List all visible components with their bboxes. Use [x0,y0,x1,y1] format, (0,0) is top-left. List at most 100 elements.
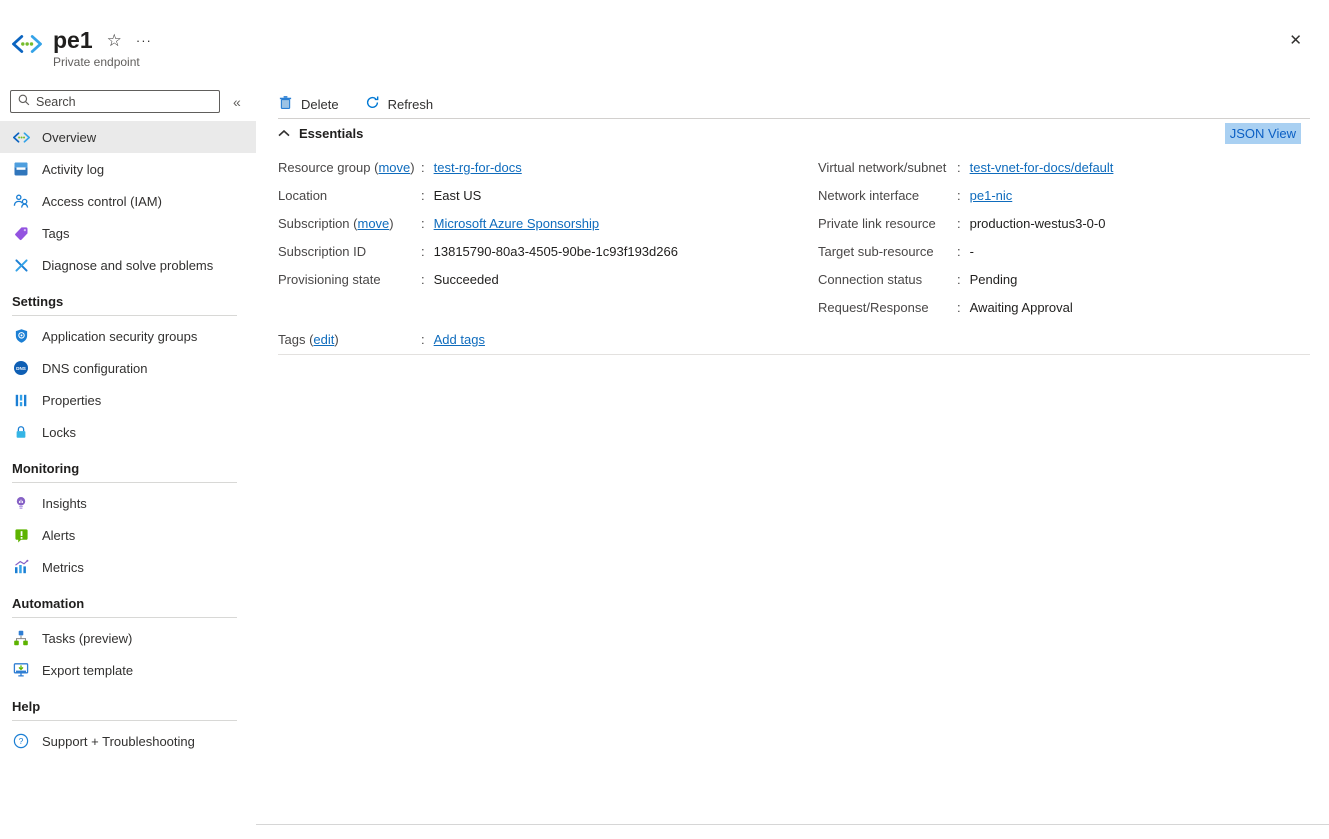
close-icon[interactable]: ✕ [1289,33,1302,48]
sidebar-item-label: Overview [42,130,96,145]
colon: : [421,244,425,259]
subscription-id-row: Subscription ID : 13815790-80a3-4505-90b… [278,237,818,265]
sidebar-item-label: DNS configuration [42,361,148,376]
activity-log-icon [12,161,30,178]
field-label-text: Private link resource [818,216,936,231]
field-label-suffix: ) [334,332,338,347]
json-view-button[interactable]: JSON View [1225,123,1301,144]
diagnose-icon [12,257,30,274]
field-label: Provisioning state [278,272,421,287]
sidebar-item-tasks-preview[interactable]: Tasks (preview) [0,622,256,654]
lock-icon [12,424,30,441]
sidebar-item-locks[interactable]: Locks [0,416,256,448]
trash-icon [278,95,293,113]
field-label-suffix: ) [389,216,393,231]
virtual-network-row: Virtual network/subnet : test-vnet-for-d… [818,153,1310,181]
sidebar-section-help: Help [0,686,256,720]
properties-icon [12,392,30,409]
field-label: Private link resource [818,216,957,231]
sidebar-item-alerts[interactable]: Alerts [0,519,256,551]
colon: : [957,188,961,203]
sidebar-search-row: « [0,90,256,113]
main-content: Delete Refresh Essentials JSON Vie [256,86,1329,839]
section-divider [12,617,237,618]
sidebar-item-tags[interactable]: Tags [0,217,256,249]
field-value: East US [434,188,482,203]
colon: : [421,216,425,231]
field-label: Resource group (move) [278,160,421,175]
sidebar-item-access-control[interactable]: Access control (IAM) [0,185,256,217]
resource-group-link[interactable]: test-rg-for-docs [434,160,522,175]
sidebar-item-overview[interactable]: Overview [0,121,256,153]
field-value: test-vnet-for-docs/default [970,160,1114,175]
blade-header: pe1 ☆ ··· Private endpoint ✕ [0,0,1329,86]
sidebar-item-properties[interactable]: Properties [0,384,256,416]
field-label-text: Request/Response [818,300,929,315]
sidebar-item-label: Access control (IAM) [42,194,162,209]
field-label-suffix: ) [410,160,414,175]
sidebar-item-label: Alerts [42,528,75,543]
field-label: Location [278,188,421,203]
field-label: Connection status [818,272,957,287]
private-endpoint-icon [12,129,30,146]
sidebar-item-label: Tasks (preview) [42,631,132,646]
sidebar-item-metrics[interactable]: Metrics [0,551,256,583]
dns-icon: DNS [12,360,30,377]
sidebar-item-insights[interactable]: Insights [0,487,256,519]
network-interface-link[interactable]: pe1-nic [970,188,1013,203]
edit-tags-link[interactable]: edit [313,332,334,347]
search-input[interactable] [36,95,213,109]
sidebar-item-label: Export template [42,663,133,678]
sidebar-item-label: Activity log [42,162,104,177]
essentials-header[interactable]: Essentials JSON View [278,119,1310,147]
section-divider [12,315,237,316]
title-block: pe1 ☆ ··· Private endpoint [53,28,152,69]
move-link[interactable]: move [378,160,410,175]
essentials-grid: Resource group (move) : test-rg-for-docs… [278,153,1310,321]
sidebar-item-dns-configuration[interactable]: DNS DNS configuration [0,352,256,384]
more-options-icon[interactable]: ··· [136,33,152,48]
blade-body: « Overview [0,86,1329,839]
sidebar-section-monitoring: Monitoring [0,448,256,482]
virtual-network-link[interactable]: test-vnet-for-docs/default [970,160,1114,175]
sidebar-section-automation: Automation [0,583,256,617]
connection-status-row: Connection status : Pending [818,265,1310,293]
refresh-button-label: Refresh [388,97,434,112]
move-link[interactable]: move [357,216,389,231]
sidebar-item-label: Support + Troubleshooting [42,734,195,749]
colon: : [957,216,961,231]
essentials-title: Essentials [299,126,363,141]
sidebar-section-settings: Settings [0,281,256,315]
add-tags-link[interactable]: Add tags [434,332,485,347]
sidebar-item-label: Diagnose and solve problems [42,258,213,273]
sidebar-item-export-template[interactable]: Export template [0,654,256,686]
field-value: test-rg-for-docs [434,160,522,175]
essentials-bottom-divider [278,354,1310,355]
favorite-star-icon[interactable]: ☆ [107,31,122,51]
access-control-icon [12,193,30,210]
lightbulb-icon [12,495,30,512]
field-label-text: Network interface [818,188,919,203]
subscription-link[interactable]: Microsoft Azure Sponsorship [434,216,599,231]
field-value: 13815790-80a3-4505-90be-1c93f193d266 [434,244,678,259]
sidebar-item-support-troubleshooting[interactable]: ? Support + Troubleshooting [0,725,256,757]
colon: : [957,272,961,287]
colon: : [421,332,425,347]
sidebar-item-diagnose[interactable]: Diagnose and solve problems [0,249,256,281]
field-value: - [970,244,974,259]
delete-button[interactable]: Delete [278,95,339,113]
essentials-left-column: Resource group (move) : test-rg-for-docs… [278,153,818,321]
command-bar: Delete Refresh [278,90,1310,118]
chevron-up-icon [278,130,290,137]
field-value: pe1-nic [970,188,1013,203]
collapse-menu-icon[interactable]: « [233,94,241,110]
sidebar-item-application-security-groups[interactable]: Application security groups [0,320,256,352]
tag-icon [12,225,30,242]
field-label: Request/Response [818,300,957,315]
shield-icon [12,328,30,345]
location-row: Location : East US [278,181,818,209]
refresh-button[interactable]: Refresh [365,95,434,113]
field-label-text: Provisioning state [278,272,381,287]
sidebar-item-activity-log[interactable]: Activity log [0,153,256,185]
search-box[interactable] [10,90,220,113]
